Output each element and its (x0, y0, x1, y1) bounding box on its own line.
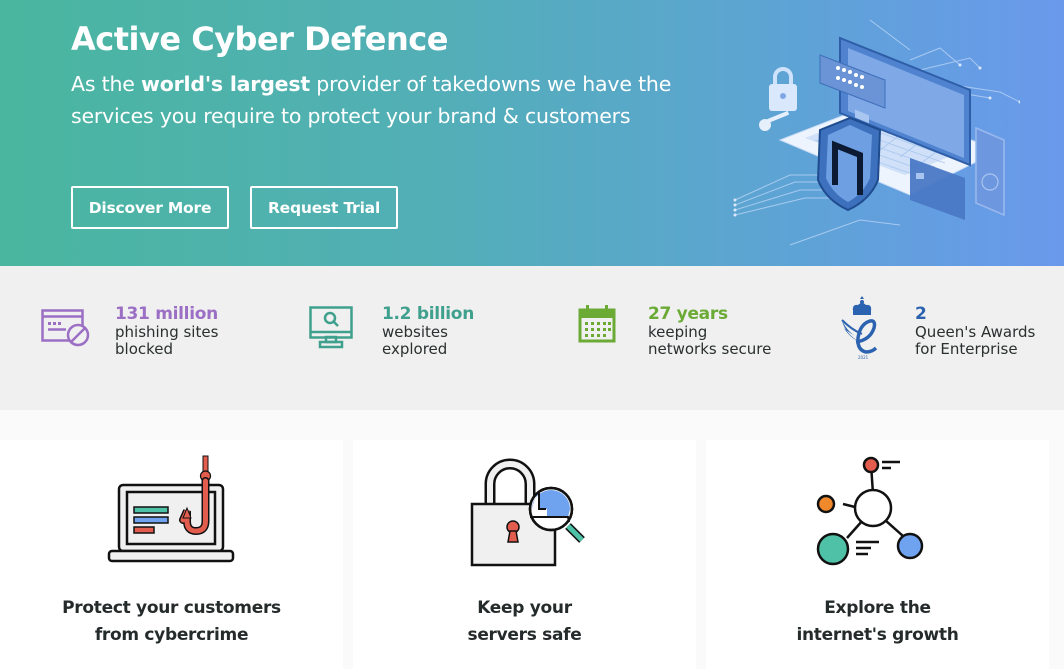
service-card-internet-growth[interactable]: Explore the internet's growth (706, 440, 1049, 669)
card-title-line: Explore the (824, 598, 931, 618)
stat-label: websites (382, 323, 448, 341)
card-title-line: Keep your (477, 598, 572, 618)
card-title-line: from cybercrime (94, 625, 249, 645)
padlock-magnifier-icon (470, 458, 585, 567)
services-section: Protect your customers from cybercrime K… (0, 410, 1064, 669)
subtitle-emphasis: world's largest (140, 72, 310, 96)
discover-more-button[interactable]: Discover More (71, 186, 229, 229)
hero-banner: Active Cyber Defence As the world's larg… (0, 0, 1064, 266)
service-card-servers-safe[interactable]: Keep your servers safe (353, 440, 696, 669)
stat-label: for Enterprise (915, 340, 1018, 358)
card-title-line: internet's growth (796, 625, 959, 645)
stat-label: blocked (115, 340, 174, 358)
hero-title: Active Cyber Defence (71, 20, 448, 58)
calendar-icon (578, 305, 616, 343)
svg-text:2021: 2021 (858, 355, 869, 360)
card-title: Protect your customers from cybercrime (0, 595, 343, 649)
request-trial-button[interactable]: Request Trial (250, 186, 398, 229)
stat-number: 2 (915, 304, 927, 324)
blocked-browser-icon (41, 309, 90, 347)
card-title-line: servers safe (467, 625, 582, 645)
stat-number: 27 years (648, 304, 728, 324)
stat-label: phishing sites (115, 323, 219, 341)
laptop-shield-security-illustration (733, 19, 1020, 246)
hero-subtitle: As the world's largest provider of taked… (71, 69, 691, 132)
stat-label: explored (382, 340, 448, 358)
stat-label: networks secure (648, 340, 772, 358)
card-title: Keep your servers safe (353, 595, 696, 649)
stat-label: Queen's Awards (915, 323, 1036, 341)
stats-band: 131 million phishing sites blocked 1.2 b… (0, 266, 1064, 410)
stat-label: keeping (648, 323, 708, 341)
service-card-protect-customers[interactable]: Protect your customers from cybercrime (0, 440, 343, 669)
monitor-search-icon (309, 306, 353, 349)
subtitle-text-start: As the (71, 72, 141, 96)
card-title-line: Protect your customers (62, 598, 281, 618)
network-nodes-icon (816, 456, 923, 566)
queens-award-icon: 2021 (841, 296, 878, 360)
laptop-phishing-hook-icon (107, 455, 234, 563)
card-title: Explore the internet's growth (706, 595, 1049, 649)
stat-number: 131 million (115, 304, 218, 324)
stat-number: 1.2 billion (382, 304, 474, 324)
